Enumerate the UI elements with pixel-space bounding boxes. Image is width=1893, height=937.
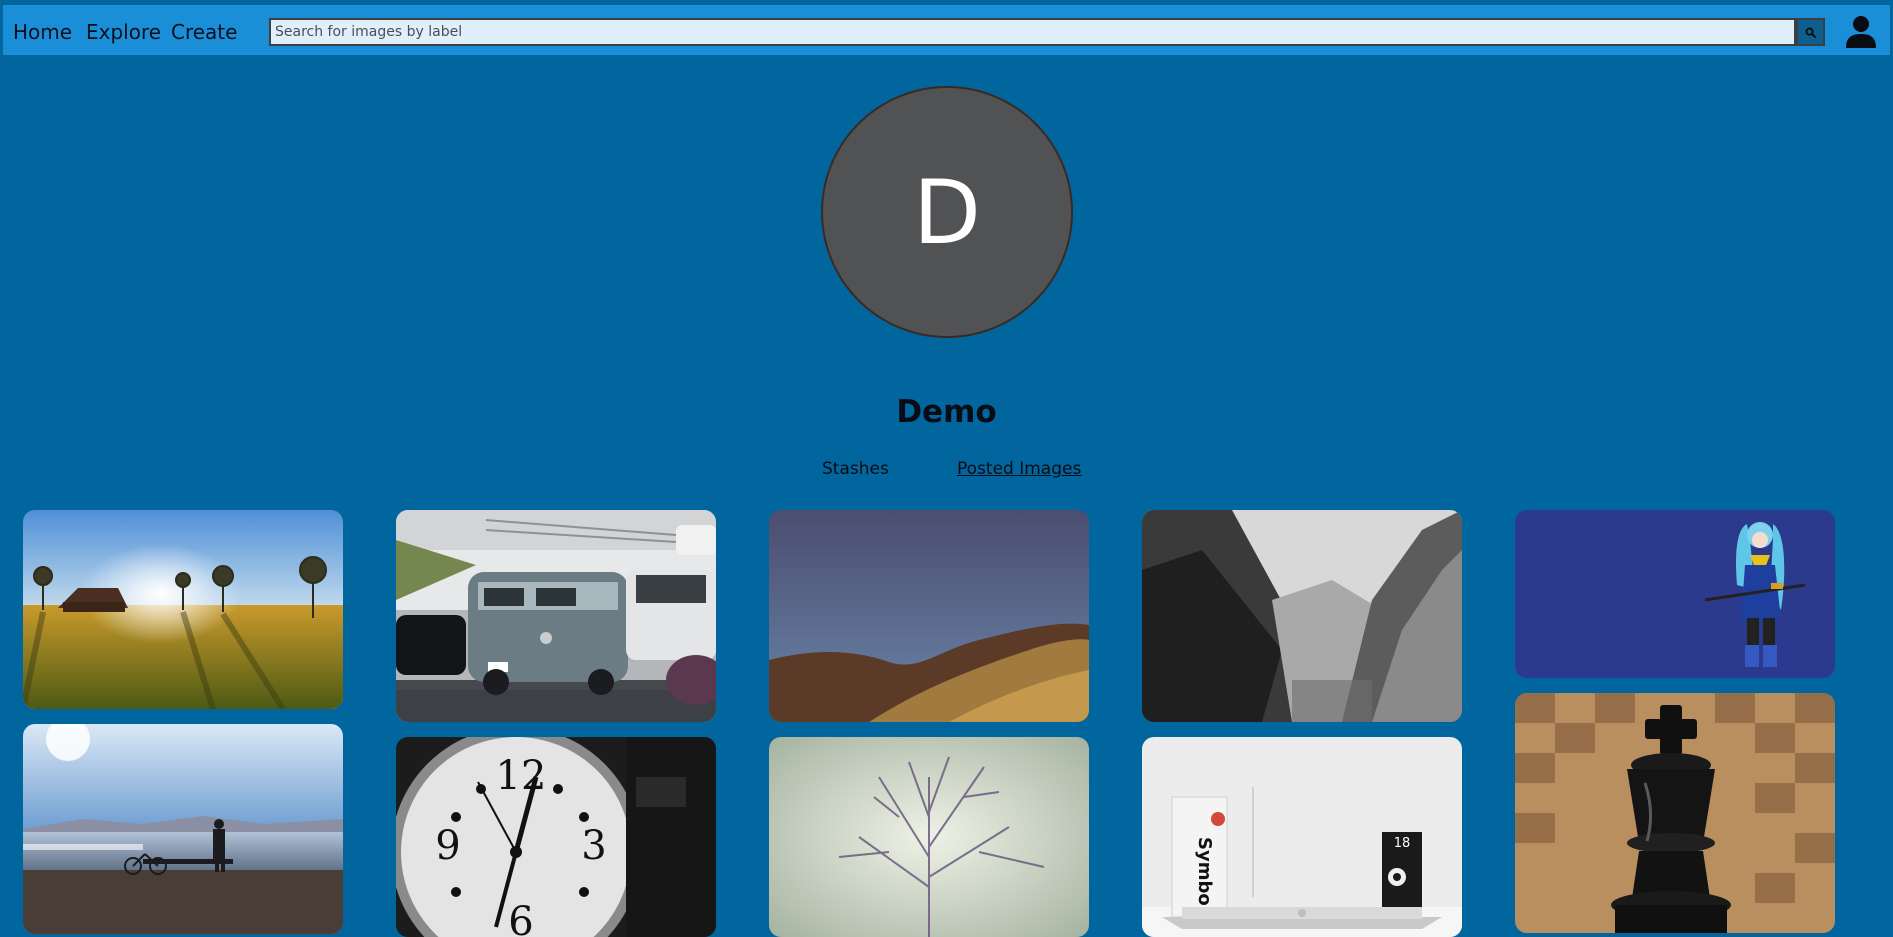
image-card[interactable]: Symbol 18 (1142, 737, 1462, 937)
image-desk-laptop: Symbol 18 (1142, 737, 1462, 937)
image-bare-tree (769, 737, 1089, 937)
image-card[interactable]: 12 9 3 6 (396, 737, 716, 937)
image-desert-dunes (769, 510, 1089, 722)
image-lakeside-man (23, 724, 343, 934)
image-card[interactable] (1515, 693, 1835, 933)
image-chess-king (1515, 693, 1835, 933)
nav-explore-link[interactable]: Explore (86, 21, 161, 43)
avatar-initial: D (913, 160, 981, 264)
image-vw-van (396, 510, 716, 722)
image-sunset-field (23, 510, 343, 709)
svg-text:3: 3 (581, 823, 606, 869)
image-anime-character (1515, 510, 1835, 678)
nav-create-link[interactable]: Create (171, 21, 237, 43)
image-card[interactable] (1142, 510, 1462, 722)
tab-posted-images[interactable]: Posted Images (957, 459, 1081, 479)
svg-text:9: 9 (435, 823, 460, 869)
nav-home-link[interactable]: Home (13, 21, 72, 43)
image-card[interactable] (769, 510, 1089, 722)
user-icon[interactable] (1845, 15, 1877, 49)
image-misty-valley (1142, 510, 1462, 722)
tab-stashes[interactable]: Stashes (822, 459, 889, 479)
svg-text:12: 12 (496, 753, 547, 799)
image-card[interactable] (769, 737, 1089, 937)
image-card[interactable] (396, 510, 716, 722)
search-icon (1805, 23, 1817, 42)
avatar: D (821, 86, 1073, 338)
image-clock: 12 9 3 6 (396, 737, 716, 937)
search-bar (269, 18, 1825, 46)
image-card[interactable] (23, 724, 343, 934)
top-navbar: Home Explore Create (3, 5, 1890, 55)
profile-username: Demo (896, 394, 997, 430)
search-input[interactable] (269, 18, 1796, 46)
image-card[interactable] (23, 510, 343, 709)
svg-text:6: 6 (508, 899, 533, 937)
image-card[interactable] (1515, 510, 1835, 678)
svg-text:Symbol: Symbol (1194, 837, 1215, 912)
svg-text:18: 18 (1394, 836, 1411, 851)
search-button[interactable] (1796, 18, 1825, 46)
